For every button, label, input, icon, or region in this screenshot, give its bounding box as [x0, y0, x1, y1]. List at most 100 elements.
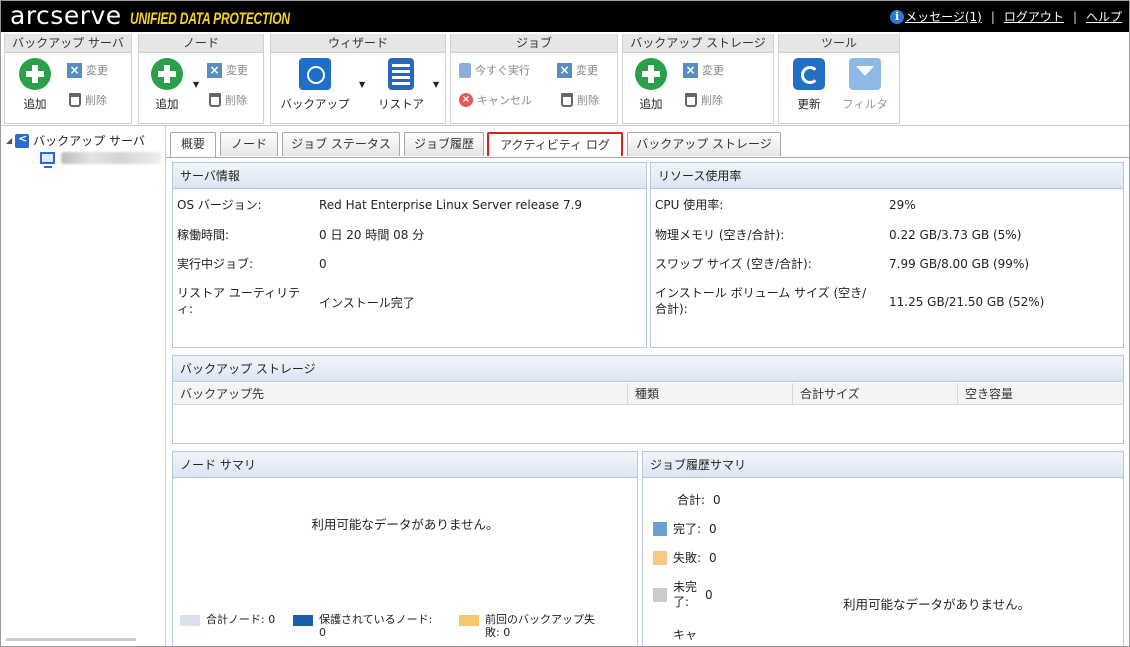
group-title: ジョブ	[451, 34, 617, 53]
tab-activity-log[interactable]: アクティビティ ログ	[487, 132, 623, 156]
tab-bar: 概要 ノード ジョブ ステータス ジョブ履歴 アクティビティ ログ バックアップ…	[166, 126, 1130, 158]
chevron-down-icon[interactable]: ▼	[433, 80, 439, 89]
restore-utility-label: リストア ユーティリティ:	[177, 286, 301, 316]
top-links: i メッセージ(1) | ログアウト | ヘルプ	[890, 8, 1122, 25]
chevron-down-icon[interactable]: ▼	[359, 80, 365, 89]
swap-size-value: 7.99 GB/8.00 GB (99%)	[889, 257, 1030, 271]
group-tools: ツール 更新 フィルタ	[778, 34, 900, 124]
delete-backup-server-button[interactable]: 削除	[69, 92, 107, 108]
modify-icon: ×	[67, 62, 82, 78]
legend-swatch	[653, 521, 667, 536]
add-backup-server-button[interactable]: 追加	[13, 58, 57, 111]
group-wizard: ウィザード バックアップ ▼ リストア ▼	[270, 34, 446, 124]
trash-icon	[685, 93, 697, 107]
top-bar: arcserve UNIFIED DATA PROTECTION i メッセージ…	[0, 0, 1130, 32]
tree-scrollbar[interactable]	[6, 638, 136, 641]
help-link[interactable]: ヘルプ	[1086, 8, 1122, 25]
modify-node-button[interactable]: × 変更	[207, 62, 248, 78]
tab-job-history[interactable]: ジョブ履歴	[404, 132, 484, 156]
column-destination[interactable]: バックアップ先	[173, 383, 628, 405]
modify-icon: ×	[557, 62, 572, 78]
server-group-icon	[15, 132, 30, 148]
modify-icon: ×	[207, 62, 222, 78]
install-volume-value: 11.25 GB/21.50 GB (52%)	[889, 295, 1045, 309]
delete-node-button[interactable]: 削除	[209, 92, 247, 108]
legend-protected-nodes: 保護されているノード: 0	[293, 613, 433, 639]
tab-backup-storage[interactable]: バックアップ ストレージ	[627, 132, 781, 156]
legend-swatch	[293, 615, 313, 626]
job-incomplete-row: 未完了: 0	[653, 580, 713, 610]
toolbar-ribbon: バックアップ サーバ 追加 × 変更 削除 ノード 追加 ▼ × 変更 削除 ウィザ…	[0, 32, 1130, 126]
uptime-value: 0 日 20 時間 08 分	[319, 228, 425, 242]
backup-wizard-button[interactable]: バックアップ	[275, 58, 355, 111]
job-history-summary-panel: ジョブ履歴サマリ 合計: 0 完了: 0 失敗: 0 未完了: 0 キャ 利用可…	[642, 451, 1124, 647]
panel-title: バックアップ ストレージ	[173, 356, 1123, 382]
info-icon[interactable]: i	[890, 9, 905, 24]
redacted-server-name	[61, 152, 161, 164]
legend-swatch	[653, 588, 667, 602]
no-data-message: 利用可能なデータがありません。	[311, 517, 499, 532]
group-title: バックアップ サーバ	[5, 34, 131, 53]
refresh-button[interactable]: 更新	[787, 58, 831, 111]
link-separator: |	[1072, 9, 1077, 24]
os-version-value: Red Hat Enterprise Linux Server release …	[319, 198, 583, 212]
product-name: UNIFIED DATA PROTECTION	[130, 9, 290, 28]
server-info-panel: サーバ情報 OS バージョン: Red Hat Enterprise Linux…	[172, 162, 647, 348]
modify-backup-server-button[interactable]: × 変更	[67, 62, 108, 78]
column-free-space[interactable]: 空き容量	[958, 383, 1124, 405]
cancel-icon: ×	[459, 93, 473, 107]
install-volume-label: インストール ボリューム サイズ (空き/合計):	[655, 286, 867, 316]
job-failed-row: 失敗: 0	[653, 549, 717, 566]
os-version-label: OS バージョン:	[177, 198, 262, 212]
delete-storage-button[interactable]: 削除	[685, 92, 723, 108]
brand-logo: arcserve	[10, 1, 122, 30]
run-now-button[interactable]: 今すぐ実行	[459, 62, 530, 78]
add-storage-button[interactable]: 追加	[629, 58, 673, 111]
group-job: ジョブ 今すぐ実行 × 変更 × キャンセル 削除	[450, 34, 618, 124]
group-title: バックアップ ストレージ	[623, 34, 773, 53]
modify-job-button[interactable]: × 変更	[557, 62, 598, 78]
restore-utility-value: インストール完了	[319, 296, 415, 310]
cancel-job-button[interactable]: × キャンセル	[459, 92, 532, 108]
column-type[interactable]: 種類	[628, 383, 793, 405]
legend-total-nodes: 合計ノード: 0	[180, 613, 280, 626]
group-backup-storage: バックアップ ストレージ 追加 × 変更 削除	[622, 34, 774, 124]
job-total-row: 合計: 0	[677, 492, 721, 508]
tree-item-backup-server[interactable]: ◢ バックアップ サーバ	[6, 132, 145, 149]
messages-link[interactable]: メッセージ(1)	[905, 8, 982, 25]
logout-link[interactable]: ログアウト	[1004, 8, 1064, 25]
tab-overview[interactable]: 概要	[170, 132, 216, 157]
physical-memory-value: 0.22 GB/3.73 GB (5%)	[889, 228, 1022, 242]
refresh-icon	[793, 58, 825, 90]
modify-storage-button[interactable]: × 変更	[683, 62, 724, 78]
delete-job-button[interactable]: 削除	[561, 92, 599, 108]
tab-job-status[interactable]: ジョブ ステータス	[282, 132, 400, 156]
swap-size-label: スワップ サイズ (空き/合計):	[655, 257, 812, 271]
physical-memory-label: 物理メモリ (空き/合計):	[655, 228, 785, 242]
chevron-down-icon[interactable]: ▼	[193, 80, 199, 89]
cpu-usage-label: CPU 使用率:	[655, 198, 724, 212]
tree-item-server-node[interactable]	[40, 152, 161, 168]
backup-icon	[299, 58, 331, 90]
restore-wizard-button[interactable]: リストア	[369, 58, 433, 111]
add-node-button[interactable]: 追加	[145, 58, 189, 111]
job-completed-row: 完了: 0	[653, 520, 717, 537]
column-total-size[interactable]: 合計サイズ	[793, 383, 958, 405]
group-title: ノード	[139, 34, 263, 53]
collapse-icon[interactable]: ◢	[6, 136, 12, 145]
group-title: ウィザード	[271, 34, 445, 53]
trash-icon	[209, 93, 221, 107]
legend-last-backup-failed: 前回のバックアップ失敗: 0	[459, 613, 609, 639]
panel-title: ジョブ履歴サマリ	[643, 452, 1123, 478]
group-title: ツール	[779, 34, 899, 53]
trash-icon	[561, 93, 573, 107]
restore-icon	[388, 58, 414, 90]
modify-icon: ×	[683, 62, 698, 78]
node-summary-panel: ノード サマリ 利用可能なデータがありません。 合計ノード: 0 保護されている…	[172, 451, 638, 647]
filter-icon	[849, 58, 881, 90]
tab-nodes[interactable]: ノード	[220, 132, 278, 156]
panel-title: ノード サマリ	[173, 452, 637, 478]
cpu-usage-value: 29%	[889, 198, 916, 212]
uptime-label: 稼働時間:	[177, 228, 230, 242]
filter-button[interactable]: フィルタ	[841, 58, 889, 111]
